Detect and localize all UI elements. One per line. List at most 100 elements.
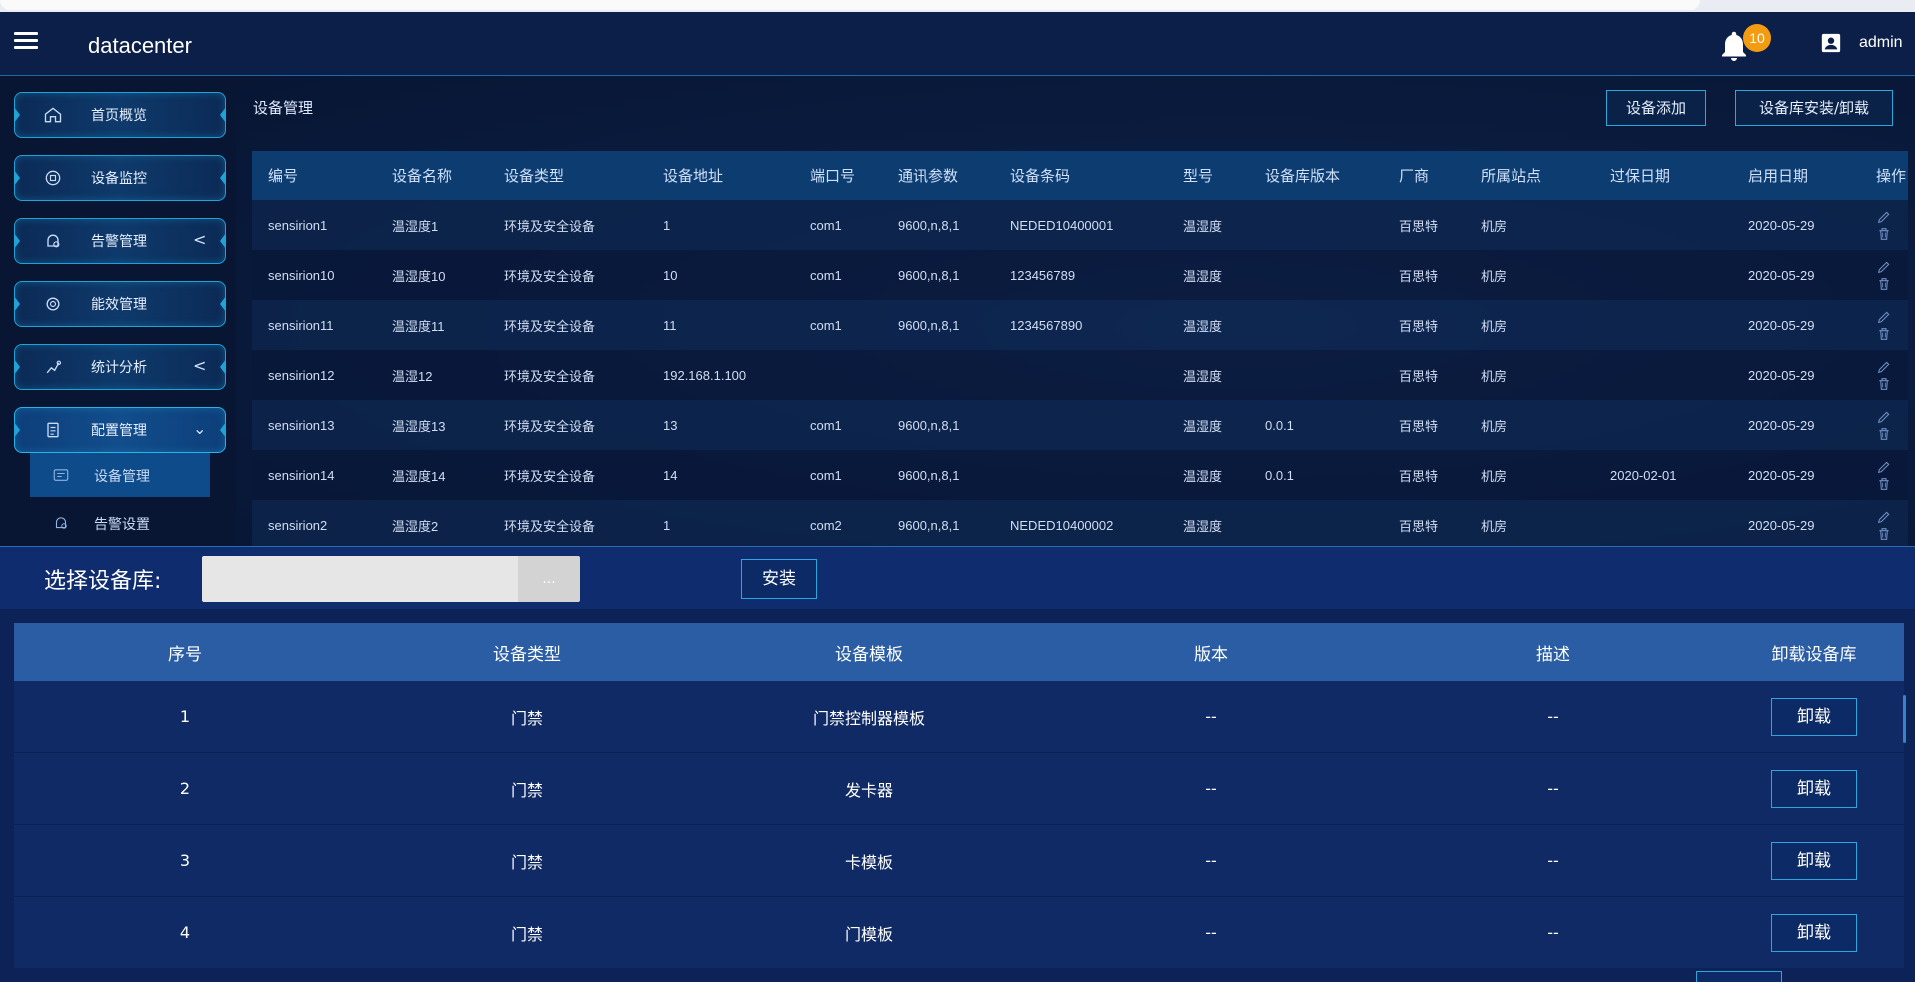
table-cell: 机房 <box>1465 500 1594 550</box>
table-cell: 环境及安全设备 <box>488 500 647 550</box>
library-cell: -- <box>1040 681 1382 753</box>
edit-icon[interactable] <box>1876 259 1892 275</box>
device-manage-icon <box>53 469 69 481</box>
table-cell <box>994 450 1167 500</box>
table-cell: sensirion13 <box>252 400 376 450</box>
app-title: datacenter <box>88 33 192 58</box>
table-cell <box>994 350 1167 400</box>
sidebar-item-alarm[interactable]: 告警管理 < <box>14 218 226 264</box>
table-cell: com1 <box>794 400 882 450</box>
user-name[interactable]: admin <box>1859 34 1903 52</box>
table-cell: 14 <box>647 450 794 500</box>
uninstall-button-partial[interactable] <box>1696 971 1782 982</box>
table-cell: 温湿度 <box>1167 400 1249 450</box>
table-cell: com2 <box>794 500 882 550</box>
table-cell <box>794 350 882 400</box>
hamburger-menu-icon[interactable] <box>14 32 38 52</box>
alarm-icon <box>47 234 60 248</box>
delete-icon[interactable] <box>1876 226 1892 242</box>
table-cell: 机房 <box>1465 450 1594 500</box>
edit-icon[interactable] <box>1876 309 1892 325</box>
column-header: 所属站点 <box>1465 151 1594 200</box>
page-title: 设备管理 <box>253 99 314 117</box>
table-cell: 9600,n,8,1 <box>882 200 994 250</box>
library-scrollbar[interactable] <box>1903 695 1906 743</box>
table-cell: 10 <box>647 250 794 300</box>
delete-icon[interactable] <box>1876 326 1892 342</box>
table-cell: 温湿度14 <box>376 450 488 500</box>
sidebar-item-label: 能效管理 <box>91 297 147 313</box>
install-button[interactable]: 安装 <box>741 559 817 599</box>
column-header: 型号 <box>1167 151 1249 200</box>
table-cell: 百思特 <box>1383 450 1465 500</box>
sidebar-item-config[interactable]: 配置管理 ⌄ <box>14 407 226 453</box>
delete-icon[interactable] <box>1876 476 1892 492</box>
library-cell: 1 <box>14 681 356 753</box>
uninstall-button[interactable]: 卸载 <box>1771 913 1857 952</box>
uninstall-button[interactable]: 卸载 <box>1771 841 1857 880</box>
user-icon[interactable] <box>1820 32 1842 54</box>
table-cell: 2020-05-29 <box>1732 450 1860 500</box>
edit-icon[interactable] <box>1876 509 1892 525</box>
table-cell: 9600,n,8,1 <box>882 300 994 350</box>
uninstall-button[interactable]: 卸载 <box>1771 769 1857 808</box>
library-cell: 门禁 <box>356 824 698 897</box>
edit-icon[interactable] <box>1876 359 1892 375</box>
table-cell: sensirion11 <box>252 300 376 350</box>
table-cell: com1 <box>794 200 882 250</box>
library-cell: 门禁 <box>356 896 698 969</box>
table-cell <box>1594 250 1732 300</box>
home-icon <box>44 107 62 123</box>
library-cell: 门禁 <box>356 681 698 753</box>
library-table-container: 序号 设备类型 设备模板 版本 描述 卸载设备库 1 门禁 门禁控制器模板 -- -- 卸… <box>14 623 1904 982</box>
sidebar-item-stats[interactable]: 统计分析 < <box>14 344 226 390</box>
sidebar-subitem-label: 告警设置 <box>94 517 150 533</box>
sidebar-item-home[interactable]: 首页概览 <box>14 92 226 138</box>
table-cell: 温湿度1 <box>376 200 488 250</box>
table-cell: NEDED10400002 <box>994 500 1167 550</box>
delete-icon[interactable] <box>1876 276 1892 292</box>
table-cell: 123456789 <box>994 250 1167 300</box>
table-row: sensirion10 温湿度10 环境及安全设备 10 com1 9600,n,8,1 1… <box>252 250 1908 300</box>
table-cell: 百思特 <box>1383 200 1465 250</box>
table-cell <box>1249 200 1383 250</box>
chevron-left-icon: < <box>193 356 207 375</box>
sidebar-item-energy[interactable]: 能效管理 <box>14 281 226 327</box>
column-header: 设备模板 <box>698 623 1040 681</box>
library-row: 3 门禁 卡模板 -- -- 卸载 <box>14 824 1904 897</box>
row-actions <box>1860 450 1908 500</box>
library-cell: 3 <box>14 824 356 897</box>
library-panel-header: 选择设备库: ... 安装 <box>0 547 1915 609</box>
delete-icon[interactable] <box>1876 376 1892 392</box>
row-actions <box>1860 500 1908 550</box>
library-file-input[interactable] <box>202 556 518 602</box>
monitor-icon <box>45 170 61 186</box>
table-cell: com1 <box>794 450 882 500</box>
delete-icon[interactable] <box>1876 526 1892 542</box>
device-library-button[interactable]: 设备库安装/卸载 <box>1735 90 1893 126</box>
library-cell: 4 <box>14 896 356 969</box>
edit-icon[interactable] <box>1876 459 1892 475</box>
device-table-header: 编号 设备名称 设备类型 设备地址 端口号 通讯参数 设备条码 型号 设备库版本… <box>252 151 1908 200</box>
edit-icon[interactable] <box>1876 209 1892 225</box>
sidebar-subitem-device-manage[interactable]: 设备管理 <box>30 453 210 497</box>
table-cell <box>994 400 1167 450</box>
library-cell: 门模板 <box>698 896 1040 969</box>
chevron-left-icon: < <box>193 230 207 249</box>
table-cell: 1 <box>647 500 794 550</box>
browser-address-edge <box>0 0 1700 10</box>
delete-icon[interactable] <box>1876 426 1892 442</box>
edit-icon[interactable] <box>1876 409 1892 425</box>
table-cell: 11 <box>647 300 794 350</box>
table-row: sensirion2 温湿度2 环境及安全设备 1 com2 9600,n,8,1 NEDE… <box>252 500 1908 550</box>
table-cell <box>882 350 994 400</box>
uninstall-button[interactable]: 卸载 <box>1771 697 1857 736</box>
browse-button[interactable]: ... <box>518 556 580 602</box>
table-cell: 温湿度 <box>1167 250 1249 300</box>
sidebar-subitem-alarm-settings[interactable]: 告警设置 <box>30 501 210 545</box>
sidebar-item-monitor[interactable]: 设备监控 <box>14 155 226 201</box>
add-device-button[interactable]: 设备添加 <box>1606 90 1706 126</box>
sidebar: 首页概览 设备监控 告警管理 < 能效管理 统计分析 < 配置管理 ⌄ 设备管理… <box>0 76 236 546</box>
row-actions <box>1860 200 1908 250</box>
table-cell: 环境及安全设备 <box>488 300 647 350</box>
